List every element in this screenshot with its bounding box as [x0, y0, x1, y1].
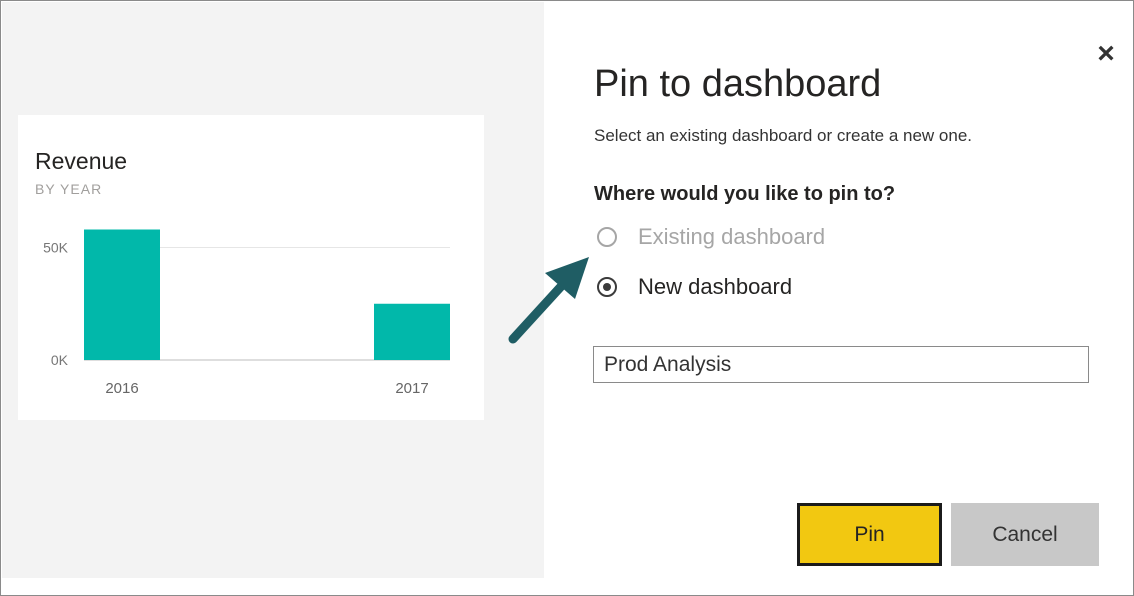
tile-preview-pane: Revenue BY YEAR 0K 50K 2016 2017 — [2, 2, 544, 578]
revenue-bar-chart: 0K 50K 2016 2017 — [43, 229, 450, 397]
x-tick-label: 2017 — [395, 380, 428, 397]
bar-2016[interactable] — [84, 229, 160, 361]
pin-location-question: Where would you like to pin to? — [594, 183, 896, 205]
existing-dashboard-label: Existing dashboard — [638, 224, 826, 249]
radio-checked-icon — [597, 277, 617, 297]
y-tick-label: 0K — [51, 352, 69, 368]
dialog-frame: Revenue BY YEAR 0K 50K 2016 2017 Pin to das… — [0, 0, 1134, 596]
new-dashboard-label: New dashboard — [638, 274, 793, 299]
revenue-tile: Revenue BY YEAR 0K 50K 2016 2017 — [18, 115, 484, 420]
radio-unchecked-icon — [597, 227, 617, 247]
new-dashboard-radio[interactable]: New dashboard — [597, 274, 792, 300]
cancel-button[interactable]: Cancel — [951, 503, 1099, 566]
dialog-title: Pin to dashboard — [594, 63, 882, 105]
dialog-subtitle: Select an existing dashboard or create a… — [594, 126, 973, 145]
callout-arrow-icon — [508, 257, 589, 344]
dashboard-name-input[interactable] — [593, 346, 1089, 383]
pin-button[interactable]: Pin — [797, 503, 942, 566]
close-icon[interactable]: × — [1091, 39, 1121, 69]
x-tick-label: 2016 — [105, 380, 138, 397]
bar-2017[interactable] — [374, 303, 450, 360]
y-tick-label: 50K — [43, 240, 69, 256]
existing-dashboard-radio[interactable]: Existing dashboard — [597, 224, 825, 250]
